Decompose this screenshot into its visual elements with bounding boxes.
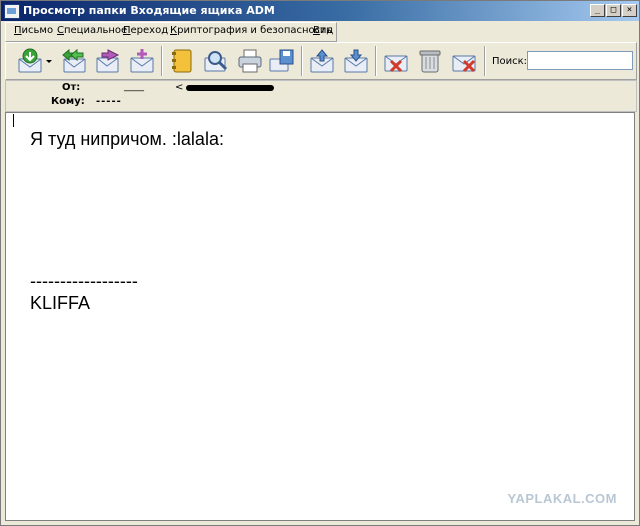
save-button[interactable] bbox=[268, 47, 296, 75]
address-book-button[interactable] bbox=[168, 47, 196, 75]
maximize-button[interactable]: □ bbox=[606, 4, 621, 17]
forward-button[interactable] bbox=[94, 47, 122, 75]
search-input[interactable] bbox=[527, 51, 633, 70]
message-text: Я туд нипричом. :lalala: bbox=[30, 129, 224, 149]
menu-view[interactable]: Вид bbox=[313, 25, 333, 36]
menu-letter[interactable]: Письмо bbox=[14, 25, 53, 36]
save-icon bbox=[269, 49, 294, 72]
address-book-icon bbox=[172, 49, 192, 73]
signature-name: KLIFFA bbox=[30, 293, 91, 313]
watermark-logo: YAPLAKAL.COM bbox=[507, 491, 617, 506]
delete-icon bbox=[452, 55, 476, 73]
message-header: От: ____ < Кому: ----- bbox=[5, 80, 637, 112]
reply-all-button[interactable] bbox=[60, 47, 88, 75]
mark-junk-button[interactable] bbox=[382, 47, 410, 75]
from-name[interactable]: ____ bbox=[124, 81, 144, 92]
menu-crypto-security[interactable]: Криптография и безопасность bbox=[170, 25, 332, 36]
prev-message-icon bbox=[310, 49, 334, 73]
from-address[interactable]: < bbox=[175, 82, 183, 93]
menu-bar: Письмо Специальное Переход Криптография … bbox=[5, 22, 337, 42]
reply-all-icon bbox=[62, 48, 86, 73]
window-title: Просмотр папки Входящие ящика ADM bbox=[23, 4, 275, 17]
new-message-button[interactable] bbox=[128, 47, 156, 75]
to-label: Кому: bbox=[51, 96, 85, 107]
dropdown-arrow-icon bbox=[46, 60, 52, 63]
forward-icon bbox=[96, 49, 120, 73]
new-message-icon bbox=[130, 49, 154, 73]
search-label: Поиск: bbox=[492, 56, 528, 67]
find-button[interactable] bbox=[202, 47, 230, 75]
get-mail-icon bbox=[18, 48, 42, 73]
text-caret bbox=[13, 114, 14, 127]
menu-go[interactable]: Переход bbox=[123, 25, 168, 36]
toolbar: Поиск: bbox=[5, 42, 637, 80]
to-value[interactable]: ----- bbox=[96, 96, 122, 107]
mail-viewer-window: Просмотр папки Входящие ящика ADM _ □ × … bbox=[0, 0, 640, 526]
from-label: От: bbox=[62, 82, 81, 93]
print-button[interactable] bbox=[236, 47, 264, 75]
next-message-button[interactable] bbox=[342, 47, 370, 75]
prev-message-button[interactable] bbox=[308, 47, 336, 75]
menu-special[interactable]: Специальное bbox=[57, 25, 127, 36]
signature-separator: ------------------ bbox=[30, 271, 138, 291]
window-icon bbox=[4, 4, 20, 19]
redaction-mark bbox=[186, 85, 274, 91]
trash-icon bbox=[419, 50, 441, 73]
toolbar-separator bbox=[161, 46, 163, 76]
toolbar-separator bbox=[484, 46, 486, 76]
trash-button[interactable] bbox=[416, 47, 444, 75]
next-message-icon bbox=[344, 49, 368, 73]
delete-button[interactable] bbox=[450, 47, 478, 75]
message-body[interactable]: Я туд нипричом. :lalala: ---------------… bbox=[5, 112, 635, 521]
close-button[interactable]: × bbox=[622, 4, 637, 17]
toolbar-separator bbox=[301, 46, 303, 76]
print-icon bbox=[238, 49, 262, 73]
minimize-button[interactable]: _ bbox=[590, 4, 605, 17]
get-mail-button[interactable] bbox=[16, 47, 44, 75]
toolbar-separator bbox=[375, 46, 377, 76]
get-mail-dropdown[interactable] bbox=[44, 47, 54, 75]
find-icon bbox=[204, 51, 228, 72]
title-bar[interactable]: Просмотр папки Входящие ящика ADM _ □ × bbox=[1, 1, 639, 21]
mark-junk-icon bbox=[384, 55, 408, 73]
